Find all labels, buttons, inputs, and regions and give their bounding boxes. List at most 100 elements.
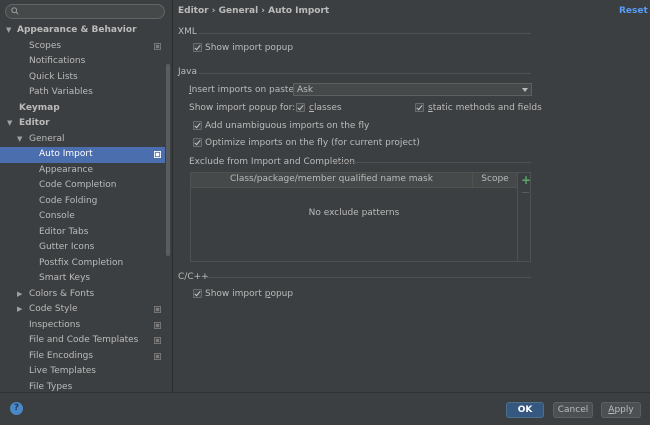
search-icon xyxy=(11,7,19,15)
sidebar-item-appearance[interactable]: Appearance xyxy=(0,163,165,179)
sidebar-item-label: Auto Import xyxy=(39,149,93,159)
sidebar-item-code-folding[interactable]: Code Folding xyxy=(0,194,165,210)
classes-checkbox[interactable] xyxy=(296,103,305,112)
cancel-button[interactable]: Cancel xyxy=(553,402,593,418)
settings-panel: Editor › General › Auto Import Reset XML… xyxy=(173,0,650,392)
sidebar-item-inspections[interactable]: Inspections xyxy=(0,318,165,334)
column-header-mask[interactable]: Class/package/member qualified name mask xyxy=(191,174,472,184)
xml-divider xyxy=(199,33,531,34)
sidebar-item-code-style[interactable]: ▶ Code Style xyxy=(0,302,165,318)
sidebar-item-label: Editor xyxy=(19,118,50,128)
sidebar-item-gutter-icons[interactable]: Gutter Icons xyxy=(0,240,165,256)
help-icon[interactable]: ? xyxy=(10,402,23,415)
collapse-arrow-icon[interactable]: ▶ xyxy=(17,302,22,318)
sidebar-item-label: Gutter Icons xyxy=(39,242,95,252)
add-unambiguous-label: Add unambiguous imports on the fly xyxy=(205,121,370,131)
sidebar-item-console[interactable]: Console xyxy=(0,209,165,225)
sidebar-item-label: File Encodings xyxy=(29,350,94,361)
settings-tree: ▼ Appearance & Behavior Scopes Notification… xyxy=(0,23,165,395)
expand-arrow-icon[interactable]: ▼ xyxy=(17,132,22,148)
apply-button[interactable]: Apply xyxy=(601,402,641,418)
xml-show-popup-label: Show import popup xyxy=(205,43,294,53)
add-unambiguous-checkbox[interactable] xyxy=(193,121,202,130)
insert-imports-label: Insert imports on paste: xyxy=(189,85,298,95)
settings-sidebar: ▼ Appearance & Behavior Scopes Notification… xyxy=(0,0,173,392)
sidebar-item-label: Live Templates xyxy=(29,366,96,376)
sidebar-item-file-encodings[interactable]: File Encodings xyxy=(0,349,165,365)
java-divider xyxy=(199,73,531,74)
sidebar-item-colors-fonts[interactable]: ▶ Colors & Fonts xyxy=(0,287,165,303)
static-methods-checkbox[interactable] xyxy=(415,103,424,112)
ok-button[interactable]: OK xyxy=(506,402,544,418)
sidebar-item-general[interactable]: ▼ General xyxy=(0,132,165,148)
optimize-imports-checkbox[interactable] xyxy=(193,138,202,147)
sidebar-item-quick-lists[interactable]: Quick Lists xyxy=(0,70,165,86)
cpp-section-title: C/C++ xyxy=(178,272,209,282)
cpp-divider xyxy=(206,277,531,278)
sidebar-item-label: Inspections xyxy=(29,319,81,330)
sidebar-item-label: File and Code Templates xyxy=(29,335,139,345)
remove-icon[interactable]: − xyxy=(521,186,530,199)
sidebar-item-keymap[interactable]: Keymap xyxy=(0,101,165,117)
sidebar-item-notifications[interactable]: Notifications xyxy=(0,54,165,70)
popup-for-label: Show import popup for: xyxy=(189,103,296,113)
sidebar-scrollbar[interactable] xyxy=(166,64,170,256)
cpp-show-popup-label: Show import popup xyxy=(205,289,294,299)
sidebar-item-label: Path Variables xyxy=(29,87,93,97)
column-header-scope[interactable]: Scope xyxy=(473,174,517,184)
sidebar-item-file-and-code-templates[interactable]: File and Code Templates xyxy=(0,333,165,349)
expand-arrow-icon[interactable]: ▼ xyxy=(7,116,12,132)
dialog-footer: ? OK Cancel Apply xyxy=(0,392,650,425)
sidebar-item-auto-import[interactable]: Auto Import xyxy=(0,147,165,163)
breadcrumb: Editor › General › Auto Import xyxy=(178,6,330,16)
sidebar-item-label: Editor Tabs xyxy=(39,226,89,237)
sidebar-item-label: Smart Keys xyxy=(39,273,91,283)
table-header: Class/package/member qualified name mask… xyxy=(191,173,517,188)
sidebar-item-editor[interactable]: ▼ Editor xyxy=(0,116,165,132)
insert-imports-value: Ask xyxy=(297,85,314,95)
optimize-imports-label: Optimize imports on the fly (for current… xyxy=(205,138,420,148)
expand-arrow-icon[interactable]: ▼ xyxy=(6,23,11,39)
cpp-show-popup-checkbox[interactable] xyxy=(193,289,202,298)
project-settings-icon xyxy=(154,151,161,158)
empty-table-text: No exclude patterns xyxy=(308,208,400,218)
sidebar-item-label: Code Style xyxy=(29,304,78,314)
sidebar-item-scopes[interactable]: Scopes xyxy=(0,39,165,55)
project-settings-icon xyxy=(154,337,161,344)
sidebar-item-smart-keys[interactable]: Smart Keys xyxy=(0,271,165,287)
collapse-arrow-icon[interactable]: ▶ xyxy=(17,287,22,303)
exclude-divider xyxy=(333,162,531,163)
sidebar-item-label: Scopes xyxy=(29,40,62,51)
xml-show-popup-checkbox[interactable] xyxy=(193,43,202,52)
project-settings-icon xyxy=(154,321,161,329)
project-settings-icon xyxy=(154,42,161,50)
sidebar-item-label: Notifications xyxy=(29,56,86,66)
exclude-section-title: Exclude from Import and Completion xyxy=(189,157,355,167)
sidebar-item-postfix-completion[interactable]: Postfix Completion xyxy=(0,256,165,272)
sidebar-item-label: Postfix Completion xyxy=(39,257,124,268)
reset-link[interactable]: Reset xyxy=(619,6,648,16)
static-methods-label: static methods and fields xyxy=(428,103,542,113)
table-toolbar-separator xyxy=(517,173,518,261)
sidebar-item-label: General xyxy=(29,133,65,144)
sidebar-item-label: Keymap xyxy=(19,102,60,113)
sidebar-item-appearance-behavior[interactable]: ▼ Appearance & Behavior xyxy=(0,23,165,39)
sidebar-item-code-completion[interactable]: Code Completion xyxy=(0,178,165,194)
sidebar-item-label: Code Completion xyxy=(39,180,117,190)
project-settings-icon xyxy=(154,352,161,360)
sidebar-item-label: Appearance & Behavior xyxy=(17,25,137,35)
exclude-table[interactable]: Class/package/member qualified name mask… xyxy=(190,172,531,262)
sidebar-item-label: Quick Lists xyxy=(29,71,78,82)
sidebar-item-live-templates[interactable]: Live Templates xyxy=(0,364,165,380)
chevron-down-icon xyxy=(522,88,528,92)
project-settings-icon xyxy=(154,306,161,313)
insert-imports-dropdown[interactable]: Ask xyxy=(293,83,532,96)
xml-section-title: XML xyxy=(178,27,197,37)
sidebar-item-editor-tabs[interactable]: Editor Tabs xyxy=(0,225,165,241)
sidebar-item-path-variables[interactable]: Path Variables xyxy=(0,85,165,101)
sidebar-item-label: Code Folding xyxy=(39,195,98,206)
sidebar-item-label: Colors & Fonts xyxy=(29,288,95,299)
sidebar-item-label: Appearance xyxy=(39,164,94,175)
search-input[interactable] xyxy=(5,4,165,19)
add-icon[interactable]: + xyxy=(521,173,531,187)
